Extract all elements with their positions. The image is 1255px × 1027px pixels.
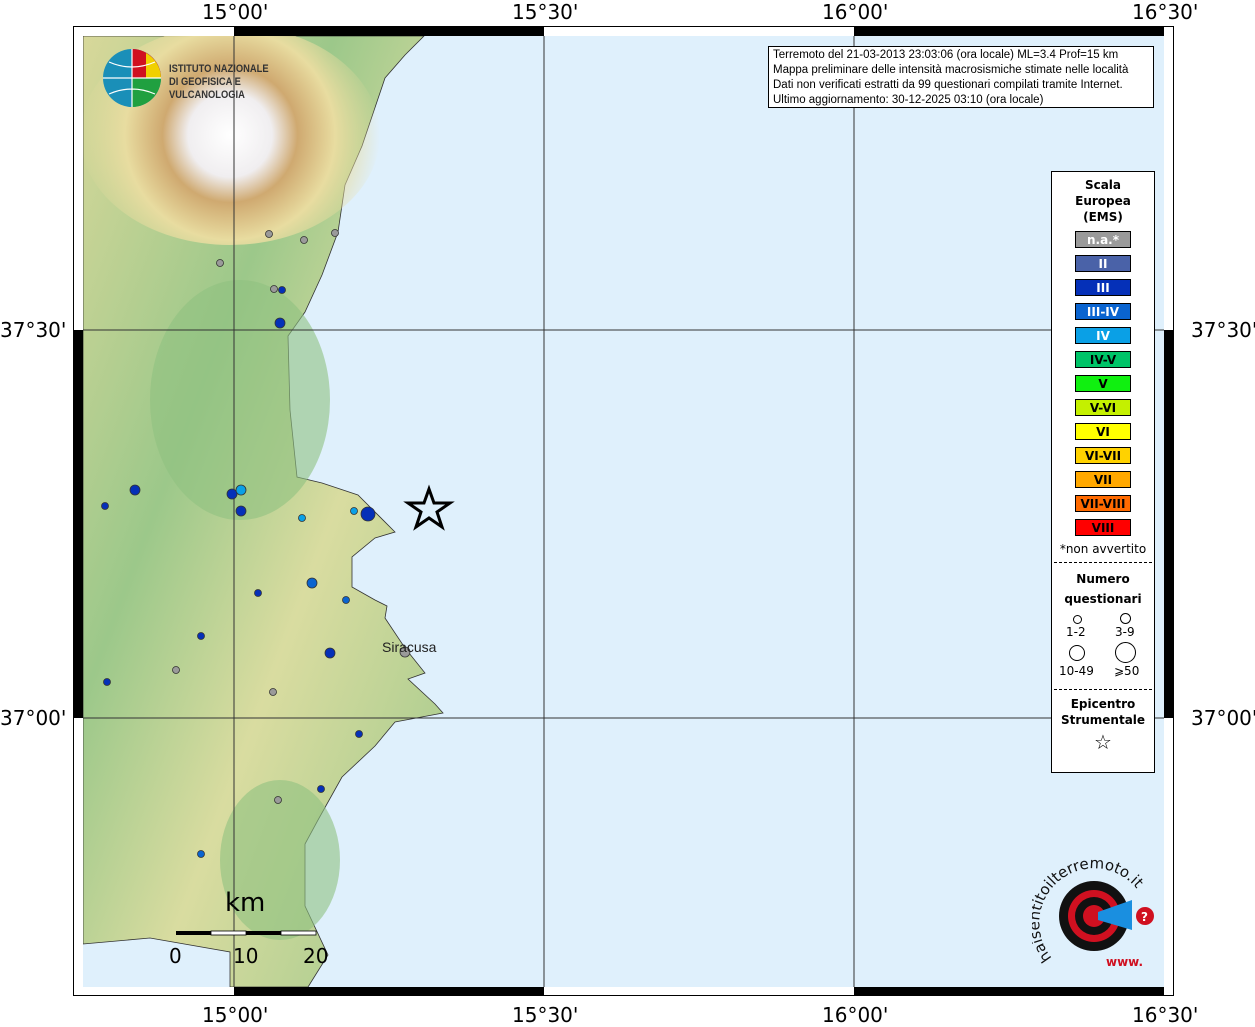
lon-tick-bottom: 15°00': [202, 1003, 269, 1027]
questionnaires-title: questionari: [1064, 592, 1142, 606]
intensity-point[interactable]: [226, 488, 238, 500]
circle-size-3-9-icon: [1120, 613, 1131, 624]
intensity-point[interactable]: [265, 230, 273, 238]
intensity-point[interactable]: [355, 730, 363, 738]
lon-tick-top: 16°30': [1132, 0, 1199, 24]
intensity-point[interactable]: [129, 484, 141, 496]
intensity-point[interactable]: [278, 286, 286, 294]
place-label-siracusa: Siracusa: [382, 639, 437, 655]
ingv-globe-icon: [103, 49, 161, 107]
frame-bar-top-2: [854, 27, 1164, 36]
questionnaires-title: Numero: [1076, 572, 1130, 586]
legend-title: Europea: [1075, 194, 1131, 208]
circle-size-50-icon: [1115, 642, 1136, 663]
legend-swatch-v-vi: V-VI: [1075, 399, 1131, 416]
frame-bar-left: [74, 330, 83, 718]
svg-text:www.: www.: [1106, 955, 1143, 969]
legend-swatch-na: n.a.*: [1075, 231, 1131, 248]
legend-swatch-iv: IV: [1075, 327, 1131, 344]
epicenter-title: Epicentro: [1070, 697, 1136, 711]
intensity-point[interactable]: [101, 502, 109, 510]
hsit-target-icon: ? haisentitoilterremoto.it www.: [1025, 854, 1154, 969]
legend-swatch-iii: III: [1075, 279, 1131, 296]
intensity-point[interactable]: [300, 236, 308, 244]
scale-label-20: 20: [303, 944, 329, 968]
scale-label-10: 10: [233, 944, 259, 968]
lon-tick-bottom: 16°00': [822, 1003, 889, 1027]
event-info-box: Terremoto del 21-03-2013 23:03:06 (ora l…: [768, 46, 1154, 108]
circle-size-1-2-icon: [1073, 615, 1082, 624]
legend-swatch-iii-iv: III-IV: [1075, 303, 1131, 320]
event-info-line: Terremoto del 21-03-2013 23:03:06 (ora l…: [773, 49, 1119, 61]
intensity-point[interactable]: [274, 796, 282, 804]
frame-bar-top-1: [234, 27, 544, 36]
intensity-point[interactable]: [103, 678, 111, 686]
questionnaire-class-label: 3-9: [1115, 625, 1135, 639]
legend-swatch-v: V: [1075, 375, 1131, 392]
lat-tick-left: 37°30': [0, 318, 67, 342]
event-info-line: Ultimo aggiornamento: 30-12-2025 03:10 (…: [773, 94, 1044, 106]
intensity-point[interactable]: [298, 514, 306, 522]
lat-tick-right: 37°00': [1191, 706, 1255, 730]
legend-swatch-vii-viii: VII-VIII: [1075, 495, 1131, 512]
questionnaire-class-label: 10-49: [1059, 664, 1094, 678]
intensity-point[interactable]: [350, 507, 358, 515]
intensity-point[interactable]: [342, 596, 350, 604]
legend-divider: [1054, 562, 1152, 563]
intensity-point[interactable]: [197, 632, 205, 640]
intensity-point[interactable]: [317, 785, 325, 793]
intensity-point[interactable]: [274, 317, 286, 329]
lon-tick-top: 15°00': [202, 0, 269, 24]
event-info-line: Dati non verificati estratti da 99 quest…: [773, 79, 1123, 91]
intensity-point[interactable]: [269, 688, 277, 696]
legend: Scala Europea (EMS) n.a.* II III III-IV IV IV…: [1051, 171, 1155, 773]
intensity-point[interactable]: [360, 506, 376, 522]
ingv-logo: ISTITUTO NAZIONALE DI GEOFISICA E VULCANO…: [101, 47, 311, 107]
legend-star-icon: ☆: [1094, 730, 1112, 754]
lon-tick-bottom: 16°30': [1132, 1003, 1199, 1027]
intensity-point[interactable]: [235, 505, 247, 517]
intensity-point[interactable]: [197, 850, 205, 858]
legend-note: *non avvertito: [1059, 542, 1147, 556]
questionnaire-class-label: 1-2: [1066, 625, 1086, 639]
frame-bar-bottom-1: [234, 987, 544, 996]
scale-label-0: 0: [169, 944, 182, 968]
legend-swatch-vii: VII: [1075, 471, 1131, 488]
scale-unit: km: [225, 888, 266, 918]
legend-swatch-vi: VI: [1075, 423, 1131, 440]
intensity-point[interactable]: [216, 259, 224, 267]
event-info-line: Mappa preliminare delle intensità macros…: [773, 64, 1129, 76]
map-canvas[interactable]: [83, 36, 1164, 987]
legend-swatch-vi-vii: VI-VII: [1075, 447, 1131, 464]
svg-text:?: ?: [1141, 910, 1148, 924]
lon-tick-top: 16°00': [822, 0, 889, 24]
lat-tick-left: 37°00': [0, 706, 67, 730]
intensity-point[interactable]: [254, 589, 262, 597]
ingv-logo-text: ISTITUTO NAZIONALE DI GEOFISICA E VULCANO…: [169, 63, 269, 101]
intensity-point[interactable]: [306, 577, 318, 589]
scale-bar: [176, 930, 317, 936]
coastal-plain: [150, 280, 330, 520]
circle-size-10-49-icon: [1069, 645, 1085, 661]
questionnaire-class-label: ⩾50: [1114, 664, 1140, 678]
intensity-point[interactable]: [235, 484, 247, 496]
legend-title: Scala: [1084, 178, 1122, 192]
lon-tick-top: 15°30': [512, 0, 579, 24]
intensity-point[interactable]: [270, 285, 278, 293]
frame-bar-right: [1164, 330, 1173, 718]
lat-tick-right: 37°30': [1191, 318, 1255, 342]
lon-tick-bottom: 15°30': [512, 1003, 579, 1027]
legend-swatch-ii: II: [1075, 255, 1131, 272]
intensity-point[interactable]: [172, 666, 180, 674]
legend-divider: [1054, 689, 1152, 690]
legend-swatch-iv-v: IV-V: [1075, 351, 1131, 368]
legend-title: (EMS): [1083, 210, 1123, 224]
intensity-point[interactable]: [324, 647, 336, 659]
intensity-point[interactable]: [331, 229, 339, 237]
frame-bar-bottom-2: [854, 987, 1164, 996]
intensity-scale: n.a.* II III III-IV IV IV-V V V-VI VI VI-VII VII VI…: [1052, 231, 1154, 536]
hsit-logo: ? haisentitoilterremoto.it www.: [1025, 854, 1157, 973]
epicenter-title: Strumentale: [1060, 713, 1146, 727]
legend-swatch-viii: VIII: [1075, 519, 1131, 536]
